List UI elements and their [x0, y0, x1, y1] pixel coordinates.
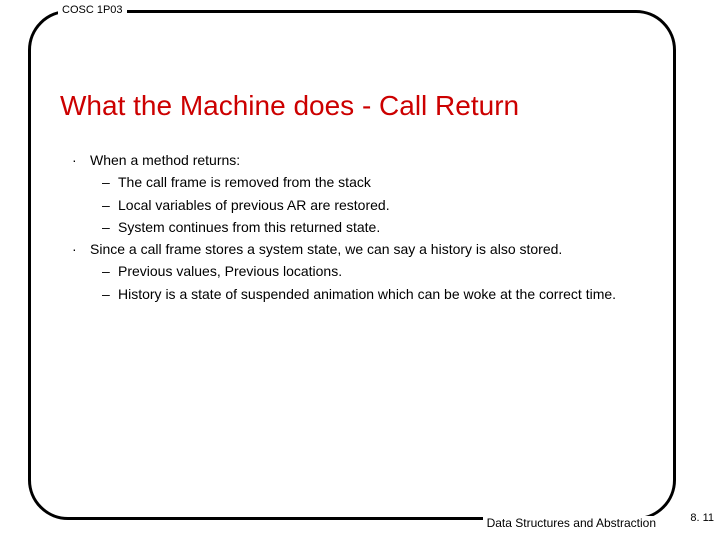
list-item: – Local variables of previous AR are res… [102, 195, 662, 215]
sub-text: Previous values, Previous locations. [118, 261, 662, 281]
list-item: · When a method returns: [72, 150, 662, 170]
slide-content: · When a method returns: – The call fram… [72, 150, 662, 306]
list-item: – History is a state of suspended animat… [102, 284, 662, 304]
list-item: · Since a call frame stores a system sta… [72, 239, 662, 259]
bullet-marker: · [72, 150, 90, 170]
dash-marker: – [102, 284, 118, 304]
bullet-text: Since a call frame stores a system state… [90, 239, 662, 259]
dash-marker: – [102, 195, 118, 215]
dash-marker: – [102, 172, 118, 192]
course-code: COSC 1P03 [58, 4, 127, 16]
sub-text: System continues from this returned stat… [118, 217, 662, 237]
page-number: 8. 11 [690, 512, 714, 524]
sub-text: History is a state of suspended animatio… [118, 284, 662, 304]
slide-title: What the Machine does - Call Return [56, 90, 523, 122]
list-item: – The call frame is removed from the sta… [102, 172, 662, 192]
bullet-marker: · [72, 239, 90, 259]
list-item: – Previous values, Previous locations. [102, 261, 662, 281]
dash-marker: – [102, 217, 118, 237]
list-item: – System continues from this returned st… [102, 217, 662, 237]
bullet-text: When a method returns: [90, 150, 662, 170]
sub-text: Local variables of previous AR are resto… [118, 195, 662, 215]
sub-text: The call frame is removed from the stack [118, 172, 662, 192]
dash-marker: – [102, 261, 118, 281]
footer-text: Data Structures and Abstraction [483, 516, 660, 530]
